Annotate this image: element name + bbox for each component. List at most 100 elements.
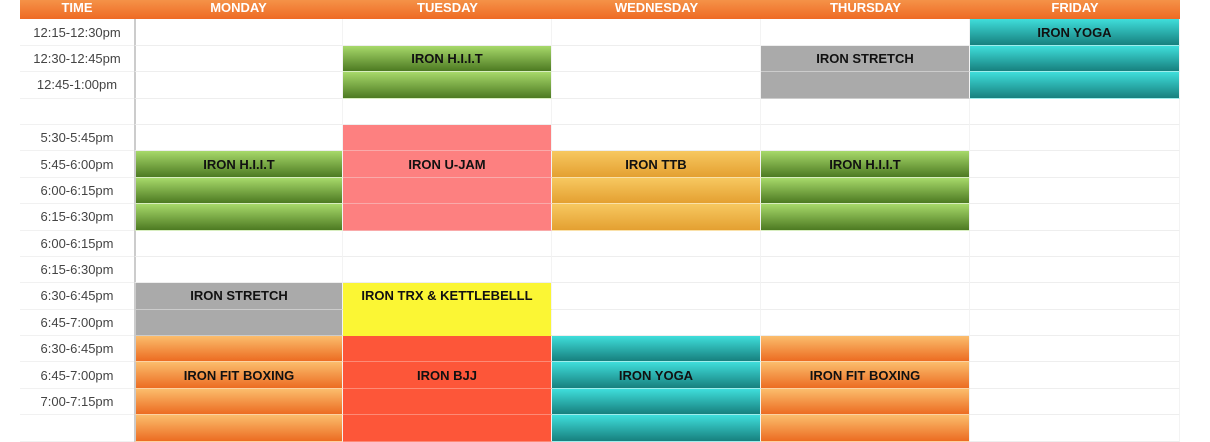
time-slot: 12:45-1:00pm (20, 72, 134, 99)
class-cell-tuesday (343, 415, 552, 442)
time-slot: 6:00-6:15pm (20, 178, 134, 205)
class-cell-wednesday (552, 204, 761, 231)
time-slot: 6:15-6:30pm (20, 204, 134, 231)
empty-cell-thursday (761, 19, 970, 46)
empty-cell-friday (970, 362, 1180, 389)
empty-cell-tuesday (343, 230, 552, 257)
empty-cell-wednesday (552, 19, 761, 46)
empty-cell-friday (970, 204, 1180, 231)
class-cell-wednesday[interactable]: IRON TTB (552, 151, 761, 178)
class-cell-thursday[interactable]: IRON H.I.I.T (761, 151, 970, 178)
header-monday: MONDAY (134, 0, 343, 19)
time-slot: 7:00-7:15pm (20, 389, 134, 416)
class-cell-tuesday (343, 177, 552, 205)
empty-cell-monday (134, 124, 343, 152)
class-cell-wednesday (552, 177, 761, 205)
empty-cell-friday (970, 177, 1180, 205)
empty-cell-friday (970, 230, 1180, 257)
class-cell-monday[interactable]: IRON STRETCH (134, 283, 343, 310)
empty-cell-friday (970, 388, 1180, 416)
class-cell-monday (134, 388, 343, 416)
time-slot: 6:15-6:30pm (20, 257, 134, 284)
class-cell-thursday[interactable]: IRON STRETCH (761, 45, 970, 73)
empty-cell-thursday (761, 256, 970, 284)
class-cell-monday (134, 415, 343, 442)
empty-cell-monday (134, 230, 343, 257)
header-tuesday: TUESDAY (343, 0, 552, 19)
class-cell-monday[interactable]: IRON FIT BOXING (134, 362, 343, 389)
class-cell-thursday (761, 388, 970, 416)
time-slot: 6:45-7:00pm (20, 310, 134, 337)
empty-cell-thursday (761, 98, 970, 125)
class-cell-monday (134, 309, 343, 337)
empty-cell-friday (970, 98, 1180, 125)
time-slot: 6:30-6:45pm (20, 283, 134, 310)
empty-cell-wednesday (552, 256, 761, 284)
empty-cell-wednesday (552, 98, 761, 125)
class-cell-monday (134, 336, 343, 363)
empty-cell-wednesday (552, 45, 761, 73)
empty-cell-wednesday (552, 124, 761, 152)
empty-cell-friday (970, 283, 1180, 310)
empty-cell-monday (134, 72, 343, 99)
empty-cell-friday (970, 309, 1180, 337)
class-cell-wednesday[interactable]: IRON YOGA (552, 362, 761, 389)
empty-cell-wednesday (552, 283, 761, 310)
class-cell-tuesday (343, 72, 552, 99)
time-slot (20, 415, 134, 442)
empty-cell-friday (970, 151, 1180, 178)
class-cell-tuesday (343, 388, 552, 416)
empty-cell-thursday (761, 309, 970, 337)
empty-cell-tuesday (343, 256, 552, 284)
empty-cell-tuesday (343, 98, 552, 125)
empty-cell-thursday (761, 283, 970, 310)
class-cell-tuesday[interactable]: IRON U-JAM (343, 151, 552, 178)
class-cell-wednesday (552, 336, 761, 363)
class-schedule-table: TIME MONDAY TUESDAY WEDNESDAY THURSDAY FRIDAY… (20, 0, 1180, 442)
empty-cell-monday (134, 256, 343, 284)
empty-cell-friday (970, 124, 1180, 152)
class-cell-friday[interactable]: IRON YOGA (970, 19, 1180, 46)
empty-cell-monday (134, 19, 343, 46)
class-cell-tuesday (343, 336, 552, 363)
time-slot: 6:45-7:00pm (20, 362, 134, 389)
class-cell-tuesday (343, 204, 552, 231)
time-slot (20, 99, 134, 125)
time-slot: 5:45-6:00pm (20, 151, 134, 178)
header-friday: FRIDAY (970, 0, 1180, 19)
header-thursday: THURSDAY (761, 0, 970, 19)
empty-cell-monday (134, 98, 343, 125)
class-cell-tuesday (343, 309, 552, 337)
class-cell-friday (970, 45, 1180, 73)
class-cell-monday (134, 177, 343, 205)
class-cell-tuesday[interactable]: IRON H.I.I.T (343, 45, 552, 73)
empty-cell-friday (970, 256, 1180, 284)
header-wednesday: WEDNESDAY (552, 0, 761, 19)
time-slot: 6:30-6:45pm (20, 336, 134, 363)
class-cell-wednesday (552, 388, 761, 416)
class-cell-wednesday (552, 415, 761, 442)
class-cell-thursday[interactable]: IRON FIT BOXING (761, 362, 970, 389)
empty-cell-wednesday (552, 230, 761, 257)
header-time: TIME (20, 0, 134, 19)
class-cell-tuesday[interactable]: IRON BJJ (343, 362, 552, 389)
empty-cell-friday (970, 336, 1180, 363)
class-cell-tuesday[interactable]: IRON TRX & KETTLEBELLL (343, 283, 552, 310)
empty-cell-wednesday (552, 72, 761, 99)
empty-cell-thursday (761, 230, 970, 257)
time-slot: 12:15-12:30pm (20, 19, 134, 46)
class-cell-thursday (761, 336, 970, 363)
time-slot: 12:30-12:45pm (20, 46, 134, 73)
class-cell-thursday (761, 177, 970, 205)
class-cell-thursday (761, 415, 970, 442)
class-cell-thursday (761, 72, 970, 99)
class-cell-monday[interactable]: IRON H.I.I.T (134, 151, 343, 178)
empty-cell-tuesday (343, 19, 552, 46)
time-slot: 6:00-6:15pm (20, 231, 134, 257)
empty-cell-monday (134, 45, 343, 73)
time-slot: 5:30-5:45pm (20, 125, 134, 152)
empty-cell-wednesday (552, 309, 761, 337)
class-cell-friday (970, 72, 1180, 99)
class-cell-tuesday (343, 124, 552, 152)
class-cell-monday (134, 204, 343, 231)
